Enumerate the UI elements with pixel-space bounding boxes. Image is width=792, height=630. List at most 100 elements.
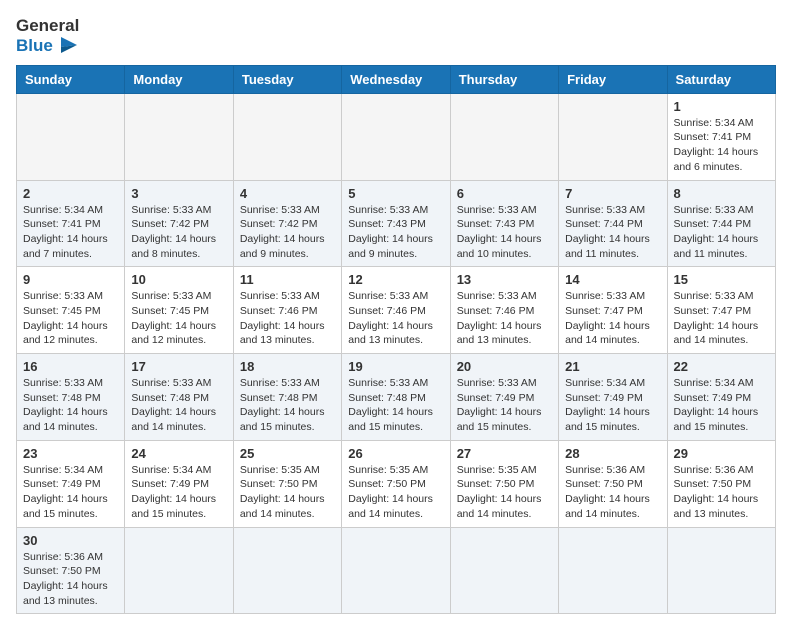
day-info: Sunrise: 5:33 AM Sunset: 7:48 PM Dayligh… (240, 376, 335, 435)
logo-flag-icon (57, 37, 81, 57)
calendar-cell (450, 93, 558, 180)
calendar-cell: 15Sunrise: 5:33 AM Sunset: 7:47 PM Dayli… (667, 267, 775, 354)
day-number: 23 (23, 446, 118, 461)
calendar-cell: 10 Sunrise: 5:33 AM Sunset: 7:45 PM Dayli… (125, 267, 233, 354)
day-info: Sunrise: 5:34 AM Sunset: 7:49 PM Dayligh… (565, 376, 660, 435)
calendar-cell: 18 Sunrise: 5:33 AM Sunset: 7:48 PM Dayli… (233, 354, 341, 441)
calendar-cell: 13 Sunrise: 5:33 AM Sunset: 7:46 PM Dayli… (450, 267, 558, 354)
calendar-cell: 2Sunrise: 5:34 AM Sunset: 7:41 PM Daylig… (17, 180, 125, 267)
day-number: 22 (674, 359, 769, 374)
day-number: 26 (348, 446, 443, 461)
calendar-cell: 7Sunrise: 5:33 AM Sunset: 7:44 PM Daylig… (559, 180, 667, 267)
day-info: Sunrise: 5:36 AM Sunset: 7:50 PM Dayligh… (565, 463, 660, 522)
day-number: 20 (457, 359, 552, 374)
day-number: 25 (240, 446, 335, 461)
weekday-header-tuesday: Tuesday (233, 65, 341, 93)
day-info: Sunrise: 5:34 AM Sunset: 7:49 PM Dayligh… (674, 376, 769, 435)
calendar-cell: 30 Sunrise: 5:36 AM Sunset: 7:50 PM Dayli… (17, 527, 125, 614)
calendar-cell: 27 Sunrise: 5:35 AM Sunset: 7:50 PM Dayli… (450, 440, 558, 527)
day-info: Sunrise: 5:33 AM Sunset: 7:46 PM Dayligh… (348, 289, 443, 348)
day-info: Sunrise: 5:36 AM Sunset: 7:50 PM Dayligh… (23, 550, 118, 609)
day-info: Sunrise: 5:33 AM Sunset: 7:44 PM Dayligh… (674, 203, 769, 262)
calendar-cell: 3Sunrise: 5:33 AM Sunset: 7:42 PM Daylig… (125, 180, 233, 267)
calendar-week-row: 9 Sunrise: 5:33 AM Sunset: 7:45 PM Daylig… (17, 267, 776, 354)
weekday-header-thursday: Thursday (450, 65, 558, 93)
day-number: 14 (565, 272, 660, 287)
calendar-cell: 25 Sunrise: 5:35 AM Sunset: 7:50 PM Dayli… (233, 440, 341, 527)
day-info: Sunrise: 5:35 AM Sunset: 7:50 PM Dayligh… (348, 463, 443, 522)
day-number: 16 (23, 359, 118, 374)
calendar-cell (342, 93, 450, 180)
weekday-header-friday: Friday (559, 65, 667, 93)
day-info: Sunrise: 5:34 AM Sunset: 7:41 PM Dayligh… (674, 116, 769, 175)
calendar-cell: 24Sunrise: 5:34 AM Sunset: 7:49 PM Dayli… (125, 440, 233, 527)
calendar-week-row: 1 Sunrise: 5:34 AM Sunset: 7:41 PM Daylig… (17, 93, 776, 180)
calendar-cell: 17 Sunrise: 5:33 AM Sunset: 7:48 PM Dayli… (125, 354, 233, 441)
calendar-cell: 9 Sunrise: 5:33 AM Sunset: 7:45 PM Daylig… (17, 267, 125, 354)
day-number: 11 (240, 272, 335, 287)
day-number: 27 (457, 446, 552, 461)
day-info: Sunrise: 5:33 AM Sunset: 7:48 PM Dayligh… (131, 376, 226, 435)
day-number: 12 (348, 272, 443, 287)
day-info: Sunrise: 5:35 AM Sunset: 7:50 PM Dayligh… (240, 463, 335, 522)
calendar-week-row: 2Sunrise: 5:34 AM Sunset: 7:41 PM Daylig… (17, 180, 776, 267)
calendar-cell (125, 93, 233, 180)
calendar-cell (125, 527, 233, 614)
calendar-week-row: 30 Sunrise: 5:36 AM Sunset: 7:50 PM Dayli… (17, 527, 776, 614)
day-number: 3 (131, 186, 226, 201)
calendar-cell: 6Sunrise: 5:33 AM Sunset: 7:43 PM Daylig… (450, 180, 558, 267)
calendar-cell: 12 Sunrise: 5:33 AM Sunset: 7:46 PM Dayli… (342, 267, 450, 354)
day-number: 13 (457, 272, 552, 287)
day-info: Sunrise: 5:35 AM Sunset: 7:50 PM Dayligh… (457, 463, 552, 522)
calendar-cell (17, 93, 125, 180)
logo-container: General Blue (16, 16, 81, 57)
calendar-cell: 5Sunrise: 5:33 AM Sunset: 7:43 PM Daylig… (342, 180, 450, 267)
calendar-table: SundayMondayTuesdayWednesdayThursdayFrid… (16, 65, 776, 615)
weekday-header-saturday: Saturday (667, 65, 775, 93)
logo: General Blue (16, 16, 81, 57)
day-number: 1 (674, 99, 769, 114)
weekday-header-monday: Monday (125, 65, 233, 93)
day-info: Sunrise: 5:33 AM Sunset: 7:47 PM Dayligh… (565, 289, 660, 348)
day-info: Sunrise: 5:33 AM Sunset: 7:46 PM Dayligh… (240, 289, 335, 348)
calendar-cell: 26 Sunrise: 5:35 AM Sunset: 7:50 PM Dayli… (342, 440, 450, 527)
calendar-cell (559, 93, 667, 180)
calendar-cell (233, 527, 341, 614)
calendar-cell (342, 527, 450, 614)
calendar-cell: 4 Sunrise: 5:33 AM Sunset: 7:42 PM Daylig… (233, 180, 341, 267)
logo-blue: Blue (16, 36, 81, 56)
calendar-header: General Blue (16, 16, 776, 57)
day-info: Sunrise: 5:36 AM Sunset: 7:50 PM Dayligh… (674, 463, 769, 522)
day-number: 4 (240, 186, 335, 201)
day-info: Sunrise: 5:33 AM Sunset: 7:43 PM Dayligh… (348, 203, 443, 262)
calendar-cell: 29 Sunrise: 5:36 AM Sunset: 7:50 PM Dayli… (667, 440, 775, 527)
calendar-week-row: 16 Sunrise: 5:33 AM Sunset: 7:48 PM Dayli… (17, 354, 776, 441)
weekday-header-sunday: Sunday (17, 65, 125, 93)
calendar-cell: 16 Sunrise: 5:33 AM Sunset: 7:48 PM Dayli… (17, 354, 125, 441)
day-number: 2 (23, 186, 118, 201)
day-number: 10 (131, 272, 226, 287)
day-info: Sunrise: 5:33 AM Sunset: 7:45 PM Dayligh… (131, 289, 226, 348)
calendar-cell: 8 Sunrise: 5:33 AM Sunset: 7:44 PM Daylig… (667, 180, 775, 267)
day-number: 18 (240, 359, 335, 374)
day-info: Sunrise: 5:33 AM Sunset: 7:48 PM Dayligh… (23, 376, 118, 435)
day-info: Sunrise: 5:33 AM Sunset: 7:42 PM Dayligh… (240, 203, 335, 262)
day-number: 15 (674, 272, 769, 287)
day-info: Sunrise: 5:33 AM Sunset: 7:49 PM Dayligh… (457, 376, 552, 435)
day-info: Sunrise: 5:33 AM Sunset: 7:45 PM Dayligh… (23, 289, 118, 348)
calendar-cell: 28Sunrise: 5:36 AM Sunset: 7:50 PM Dayli… (559, 440, 667, 527)
calendar-cell (450, 527, 558, 614)
day-info: Sunrise: 5:33 AM Sunset: 7:48 PM Dayligh… (348, 376, 443, 435)
day-number: 30 (23, 533, 118, 548)
weekday-header-row: SundayMondayTuesdayWednesdayThursdayFrid… (17, 65, 776, 93)
day-number: 8 (674, 186, 769, 201)
calendar-cell: 21Sunrise: 5:34 AM Sunset: 7:49 PM Dayli… (559, 354, 667, 441)
day-info: Sunrise: 5:34 AM Sunset: 7:49 PM Dayligh… (131, 463, 226, 522)
calendar-cell: 11 Sunrise: 5:33 AM Sunset: 7:46 PM Dayli… (233, 267, 341, 354)
day-number: 17 (131, 359, 226, 374)
day-info: Sunrise: 5:33 AM Sunset: 7:46 PM Dayligh… (457, 289, 552, 348)
logo-general: General (16, 16, 81, 36)
day-number: 9 (23, 272, 118, 287)
day-number: 29 (674, 446, 769, 461)
day-number: 19 (348, 359, 443, 374)
